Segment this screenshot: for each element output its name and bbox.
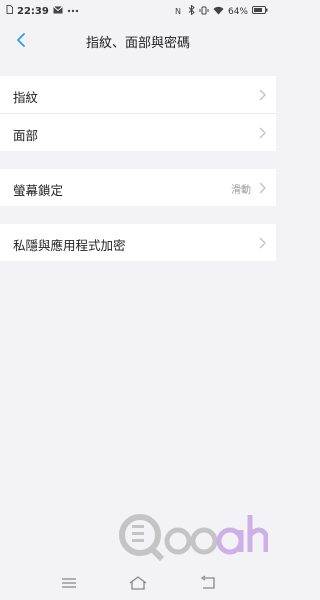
chevron-right-icon bbox=[259, 127, 266, 139]
page-title: 指紋、面部與密碼 bbox=[85, 36, 190, 51]
list-item-label: 面部 bbox=[13, 128, 39, 143]
list-item-label: 私隱與應用程式加密 bbox=[13, 238, 126, 253]
bluetooth-icon bbox=[188, 4, 195, 18]
battery-percent: 64% bbox=[227, 6, 248, 17]
chevron-right-icon bbox=[259, 89, 266, 101]
back-icon bbox=[200, 575, 215, 589]
settings-group-privacy: 私隱與應用程式加密 bbox=[0, 224, 276, 261]
status-bar-left: 22:39 bbox=[6, 5, 79, 17]
list-item-fingerprint[interactable]: 指紋 bbox=[0, 76, 276, 114]
list-item-label: 指紋 bbox=[13, 90, 39, 105]
nfc-icon: N bbox=[175, 6, 184, 18]
back-nav-button[interactable] bbox=[197, 574, 219, 592]
home-button[interactable] bbox=[127, 574, 149, 592]
navigation-bar bbox=[0, 566, 276, 600]
chevron-right-icon bbox=[259, 237, 266, 249]
svg-text:N: N bbox=[175, 7, 181, 15]
list-item-screen-lock[interactable]: 螢幕鎖定 滑動 bbox=[0, 169, 276, 206]
vibrate-icon bbox=[199, 6, 209, 18]
header: 指紋、面部與密碼 bbox=[0, 22, 276, 60]
wifi-icon bbox=[213, 6, 224, 18]
status-bar: 22:39 N 64% bbox=[0, 0, 276, 22]
settings-group-screen-lock: 螢幕鎖定 滑動 bbox=[0, 169, 276, 206]
chevron-right-icon bbox=[259, 182, 266, 194]
list-item-face[interactable]: 面部 bbox=[0, 114, 276, 151]
home-icon bbox=[129, 576, 147, 590]
screen-lock-value: 滑動 bbox=[231, 185, 251, 196]
status-bar-right: N 64% bbox=[175, 4, 268, 18]
menu-icon bbox=[62, 578, 76, 588]
sim-card-icon bbox=[6, 5, 13, 17]
battery-icon bbox=[252, 6, 268, 17]
list-item-label: 螢幕鎖定 bbox=[13, 183, 64, 198]
status-time: 22:39 bbox=[17, 5, 49, 17]
list-item-privacy-app-encryption[interactable]: 私隱與應用程式加密 bbox=[0, 224, 276, 261]
settings-group-biometrics: 指紋 面部 bbox=[0, 76, 276, 151]
watermark-logo bbox=[118, 505, 269, 565]
menu-button[interactable] bbox=[58, 574, 80, 592]
mail-icon bbox=[53, 5, 63, 17]
more-dots-icon bbox=[67, 6, 79, 16]
